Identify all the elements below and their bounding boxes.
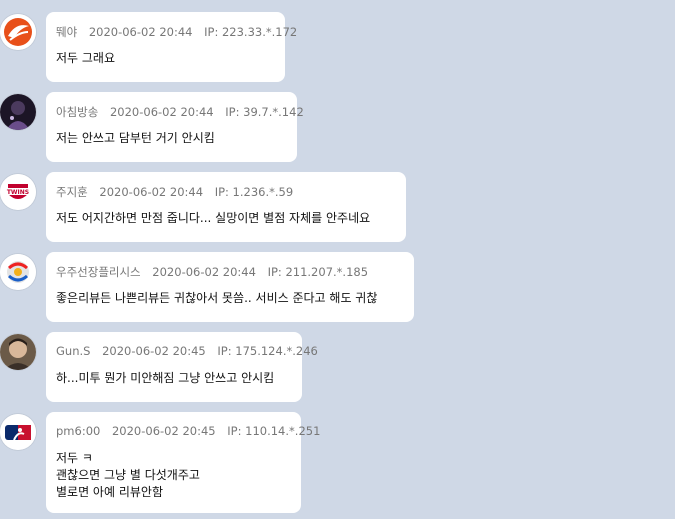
comment-meta: 아침방송 2020-06-02 20:44 IP: 39.7.*.142 — [56, 104, 304, 120]
comment-text: 저도 어지간하면 만점 줍니다... 실망이면 별점 자체를 안주네요 — [56, 211, 371, 225]
comment-text: 하...미투 뭔가 미안해짐 그냥 안쓰고 안시킴 — [56, 371, 275, 385]
comment-meta: 주지훈 2020-06-02 20:44 IP: 1.236.*.59 — [56, 184, 293, 200]
comment-bubble: pm6:00 2020-06-02 20:45 IP: 110.14.*.251… — [46, 412, 320, 513]
ip-address: IP: 110.14.*.251 — [227, 424, 321, 438]
comment-bubble: 주지훈 2020-06-02 20:44 IP: 1.236.*.59 저도 어… — [46, 172, 406, 242]
timestamp: 2020-06-02 20:45 — [102, 344, 206, 358]
nickname[interactable]: pm6:00 — [56, 424, 100, 438]
comment-meta: Gun.S 2020-06-02 20:45 IP: 175.124.*.246 — [56, 344, 318, 358]
mlb-logo-icon[interactable] — [0, 414, 36, 450]
comment-text: 저는 안쓰고 담부턴 거기 안시킴 — [56, 131, 215, 145]
comment-text: 저두 ㅋ 괜찮으면 그냥 별 다섯개주고 별로면 아예 리뷰안함 — [56, 451, 200, 499]
comment-text: 좋은리뷰든 나쁜리뷰든 귀찮아서 못씀.. 서비스 준다고 해도 귀찮 — [56, 291, 378, 305]
comment-bubble: Gun.S 2020-06-02 20:45 IP: 175.124.*.246… — [46, 332, 318, 402]
ip-address: IP: 1.236.*.59 — [214, 185, 294, 199]
timestamp: 2020-06-02 20:44 — [152, 265, 256, 279]
comment-meta: 우주선장플리시스 2020-06-02 20:44 IP: 211.207.*.… — [56, 264, 368, 280]
chat-page: { "comments": [ {"nick":"뛔야","time":"202… — [0, 0, 675, 519]
timestamp: 2020-06-02 20:45 — [111, 424, 216, 438]
ip-address: IP: 175.124.*.246 — [217, 344, 318, 358]
timestamp: 2020-06-02 20:44 — [88, 25, 193, 39]
orange-swirl-logo-icon[interactable] — [0, 14, 36, 50]
comment-bubble: 뛔야 2020-06-02 20:44 IP: 223.33.*.172 저두 … — [46, 12, 297, 82]
comment-bubble: 우주선장플리시스 2020-06-02 20:44 IP: 211.207.*.… — [46, 252, 414, 322]
ip-address: IP: 211.207.*.185 — [267, 265, 369, 279]
twins-logo-icon[interactable]: TWINS — [0, 174, 36, 210]
ip-address: IP: 223.33.*.172 — [204, 25, 298, 39]
person-photo-avatar-icon[interactable] — [0, 334, 36, 370]
svg-text:TWINS: TWINS — [7, 189, 29, 196]
comment-bubble: 아침방송 2020-06-02 20:44 IP: 39.7.*.142 저는 … — [46, 92, 304, 162]
timestamp: 2020-06-02 20:44 — [109, 105, 214, 119]
nickname[interactable]: 우주선장플리시스 — [56, 265, 141, 279]
comment-meta: 뛔야 2020-06-02 20:44 IP: 223.33.*.172 — [56, 24, 297, 40]
nickname[interactable]: 아침방송 — [56, 105, 98, 119]
timestamp: 2020-06-02 20:44 — [99, 185, 204, 199]
colorful-ball-logo-icon[interactable] — [0, 254, 36, 290]
comment-meta: pm6:00 2020-06-02 20:45 IP: 110.14.*.251 — [56, 424, 320, 438]
nickname[interactable]: Gun.S — [56, 344, 90, 358]
dark-photo-avatar-icon[interactable] — [0, 94, 36, 130]
nickname[interactable]: 주지훈 — [56, 185, 88, 199]
ip-address: IP: 39.7.*.142 — [225, 105, 304, 119]
comment-text: 저두 그래요 — [56, 51, 116, 65]
nickname[interactable]: 뛔야 — [56, 25, 77, 39]
